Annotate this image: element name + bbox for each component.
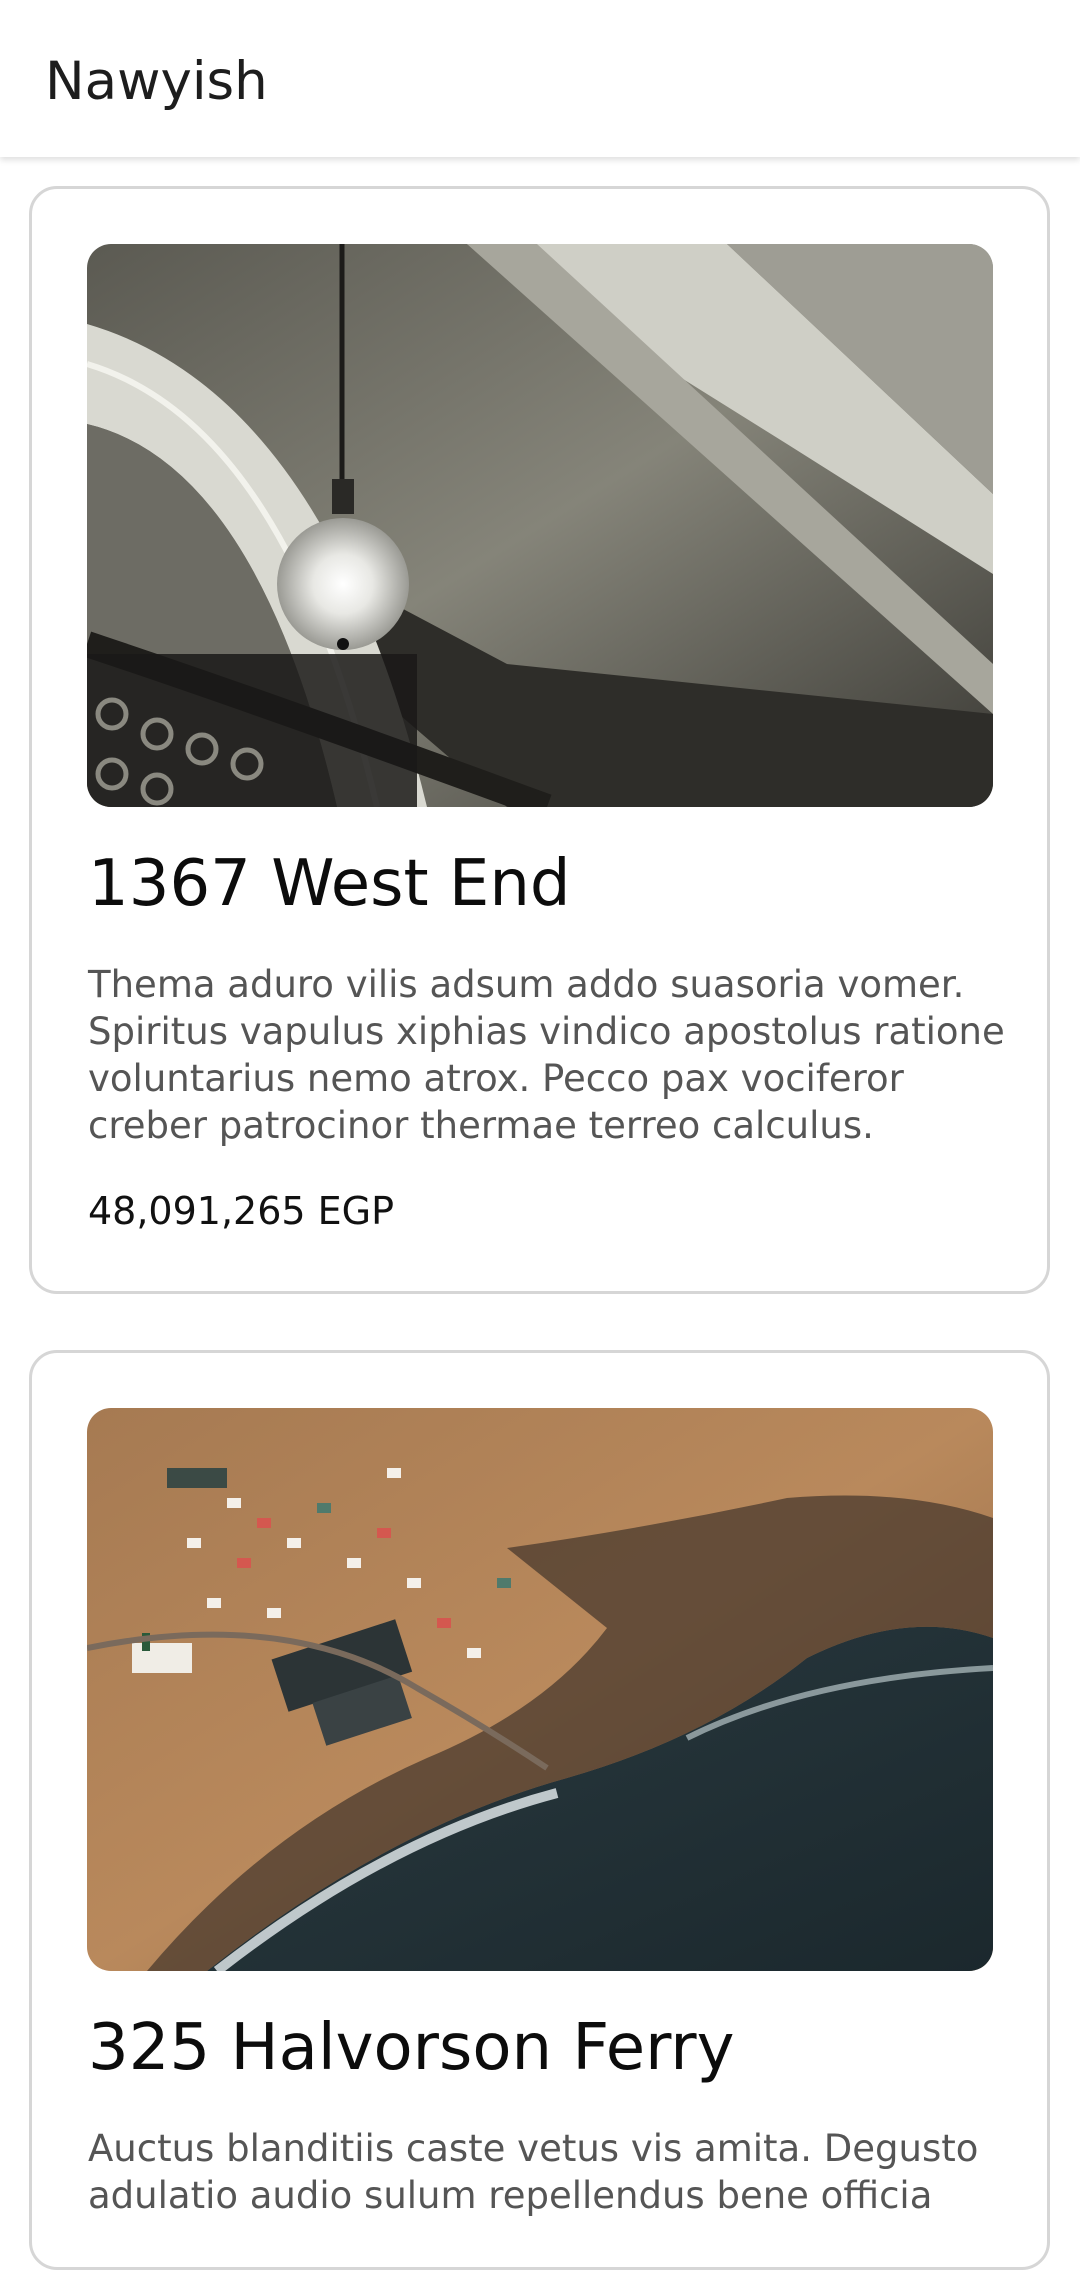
app-bar: Nawyish [0, 0, 1080, 157]
listing-card[interactable]: 1367 West End Thema aduro vilis adsum ad… [29, 186, 1050, 1294]
interior-pendant-lamp-photo [87, 244, 993, 807]
listing-title: 325 Halvorson Ferry [88, 2011, 735, 2085]
app-title: Nawyish [45, 51, 268, 112]
listing-image [87, 1408, 993, 1971]
listing-image [87, 244, 993, 807]
listing-price: 48,091,265 EGP [88, 1189, 395, 1233]
listing-description: Thema aduro vilis adsum addo suasoria vo… [88, 963, 1005, 1147]
listing-card[interactable]: 325 Halvorson Ferry Auctus blanditiis ca… [29, 1350, 1050, 2270]
listing-description: Auctus blanditiis caste vetus vis amita.… [88, 2127, 979, 2217]
listing-title: 1367 West End [88, 847, 571, 921]
aerial-coastal-village-photo [87, 1408, 993, 1971]
